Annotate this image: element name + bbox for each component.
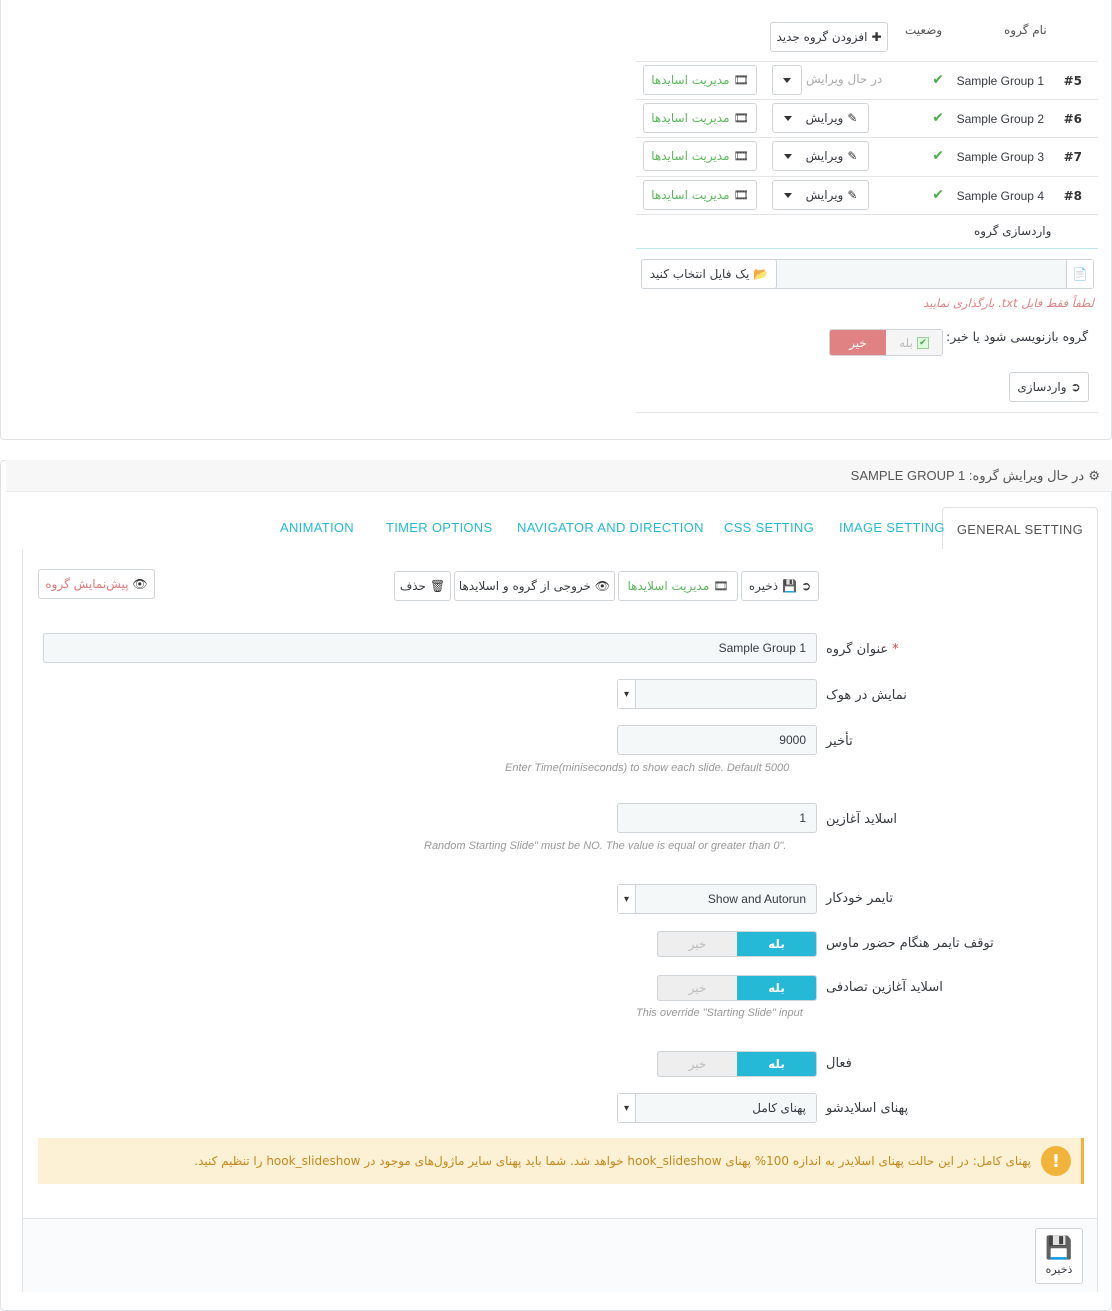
import-hint: لطفاً فقط فایل txt. بارگذاری نمایید xyxy=(923,296,1094,310)
row-dropdown-button[interactable] xyxy=(772,65,802,95)
edit-button[interactable]: ✎ ویرایش xyxy=(772,180,869,210)
start-slide-label: اسلاید آغازین xyxy=(826,812,897,827)
tab-animation[interactable]: ANIMATION xyxy=(280,520,354,535)
pause-on-hover-toggle[interactable]: بله خیر xyxy=(657,931,817,957)
pencil-icon: ✎ xyxy=(847,188,858,202)
manage-slides-button[interactable]: 🎞 مدیریت اسایدها xyxy=(643,103,757,133)
exclamation-icon: ! xyxy=(1041,1146,1071,1176)
tab-css-setting[interactable]: CSS SETTING xyxy=(724,520,814,535)
eye-icon: 👁 xyxy=(594,579,611,593)
floppy-icon: 💾 xyxy=(1045,1235,1073,1261)
edit-button[interactable]: ✎ ویرایش xyxy=(772,141,869,171)
check-icon: ✔ xyxy=(932,148,944,164)
footer-save-button[interactable]: 💾 ذخیره xyxy=(1035,1228,1083,1284)
tab-general-setting[interactable]: GENERAL SETTING xyxy=(941,507,1098,550)
choose-file-button[interactable]: 📂 یک فایل انتخاب کنید xyxy=(641,259,777,289)
circle-arrow-icon: ➲ xyxy=(801,579,812,593)
chevron-down-icon: ▾ xyxy=(618,1094,636,1122)
random-start-help: This override "Starting Slide" input xyxy=(636,1007,803,1019)
film-icon: 🎞 xyxy=(733,73,749,87)
save-toolbar-button[interactable]: ➲ 💾 ذخیره xyxy=(741,571,819,601)
manage-slides-button[interactable]: 🎞 مدیریت اسایدها xyxy=(643,180,757,210)
chevron-down-icon: ▾ xyxy=(618,680,636,708)
manage-slides-button[interactable]: 🎞 مدیریت اسایدها xyxy=(643,65,757,95)
divider xyxy=(636,412,1098,413)
group-title-input[interactable]: Sample Group 1 xyxy=(43,633,817,663)
random-no[interactable]: خیر xyxy=(658,976,737,1000)
film-icon: 🎞 xyxy=(713,579,729,593)
overwrite-label: گروه بازنویسی شود یا خیر: xyxy=(946,329,1089,344)
header-group-name: نام گروه xyxy=(1004,23,1047,37)
film-icon: 🎞 xyxy=(733,149,749,163)
folder-open-icon: 📂 xyxy=(753,267,769,281)
delete-button[interactable]: 🗑 حذف xyxy=(394,571,451,601)
export-button[interactable]: 👁 خروجی از گروه و اسلایدها xyxy=(454,571,615,601)
random-start-toggle[interactable]: بله خیر xyxy=(657,975,817,1001)
active-label: فعال xyxy=(826,1056,852,1071)
manage-slides-toolbar-button[interactable]: 🎞 مدیریت اسلایدها xyxy=(618,571,738,601)
editing-status: در حال ویرایش xyxy=(806,72,883,86)
active-no[interactable]: خیر xyxy=(658,1052,737,1076)
add-group-button[interactable]: ✚ افزودن گروه جدید xyxy=(770,22,888,52)
file-icon: 📄 xyxy=(1066,260,1093,288)
pause-no[interactable]: خیر xyxy=(658,932,737,956)
check-icon: ✔ xyxy=(932,72,944,88)
auto-timer-label: تایمر خودکار xyxy=(826,891,893,906)
preview-button[interactable]: 👁 پیش‌نمایش گروه xyxy=(38,569,155,599)
active-toggle[interactable]: بله خیر xyxy=(657,1051,817,1077)
tab-image-setting[interactable]: IMAGE SETTING xyxy=(839,520,945,535)
hook-label: نمایش در هوک xyxy=(826,688,907,703)
start-slide-input[interactable]: 1 xyxy=(617,803,817,833)
check-icon: ✔ xyxy=(932,110,944,126)
eye-icon: 👁 xyxy=(132,577,148,591)
plus-icon: ✚ xyxy=(871,30,882,44)
gears-icon: ⚙ xyxy=(1088,469,1100,484)
hook-select[interactable]: ▾ xyxy=(617,679,817,709)
random-start-label: اسلاید آغازین تصادفی xyxy=(826,980,943,995)
group-title-label: * عنوان گروه xyxy=(826,642,899,657)
overwrite-yes[interactable]: ✔ بله xyxy=(886,330,942,355)
auto-timer-select[interactable]: Show and Autorun ▾ xyxy=(617,884,817,914)
tab-timer-options[interactable]: TIMER OPTIONS xyxy=(386,520,492,535)
full-width-warning: ! پهنای کامل: در این حالت پهنای اسلایدر … xyxy=(38,1138,1084,1184)
trash-icon: 🗑 xyxy=(429,579,446,593)
delay-label: تأخیر xyxy=(826,734,853,749)
editor-heading: ⚙ در حال ویرایش گروه: SAMPLE GROUP 1 xyxy=(6,460,1112,492)
active-yes[interactable]: بله xyxy=(737,1052,816,1076)
chevron-down-icon: ▾ xyxy=(618,885,636,913)
pencil-icon: ✎ xyxy=(847,111,858,125)
pencil-icon: ✎ xyxy=(847,149,858,163)
start-slide-help: Random Starting Slide" must be NO. The v… xyxy=(424,840,787,852)
import-button[interactable]: ➲ واردسازی xyxy=(1009,372,1089,402)
floppy-icon: 💾 xyxy=(782,579,798,593)
delay-input[interactable]: 9000 xyxy=(617,725,817,755)
film-icon: 🎞 xyxy=(733,111,749,125)
overwrite-toggle[interactable]: ✔ بله خیر xyxy=(829,329,943,356)
random-yes[interactable]: بله xyxy=(737,976,816,1000)
pause-on-hover-label: توقف تایمر هنگام حضور ماوس xyxy=(826,936,994,951)
manage-slides-button[interactable]: 🎞 مدیریت اسایدها xyxy=(643,141,757,171)
settings-tabs: GENERAL SETTING IMAGE SETTING CSS SETTIN… xyxy=(22,507,1098,550)
import-title: واردسازی گروه xyxy=(974,224,1052,238)
panel-footer xyxy=(23,1218,1097,1292)
delay-help: Enter Time(miniseconds) to show each sli… xyxy=(505,762,790,774)
checkbox-icon: ✔ xyxy=(916,336,929,349)
slideshow-width-label: پهنای اسلایدشو xyxy=(826,1101,909,1116)
film-icon: 🎞 xyxy=(733,188,749,202)
check-icon: ✔ xyxy=(932,187,944,203)
slideshow-width-select[interactable]: پهنای کامل ▾ xyxy=(617,1093,817,1123)
pause-yes[interactable]: بله xyxy=(737,932,816,956)
overwrite-no[interactable]: خیر xyxy=(830,330,886,355)
header-status: وضعیت xyxy=(905,23,943,37)
circle-arrow-icon: ➲ xyxy=(1070,380,1081,394)
edit-button[interactable]: ✎ ویرایش xyxy=(772,103,869,133)
tab-navigator-direction[interactable]: NAVIGATOR AND DIRECTION xyxy=(517,520,704,535)
